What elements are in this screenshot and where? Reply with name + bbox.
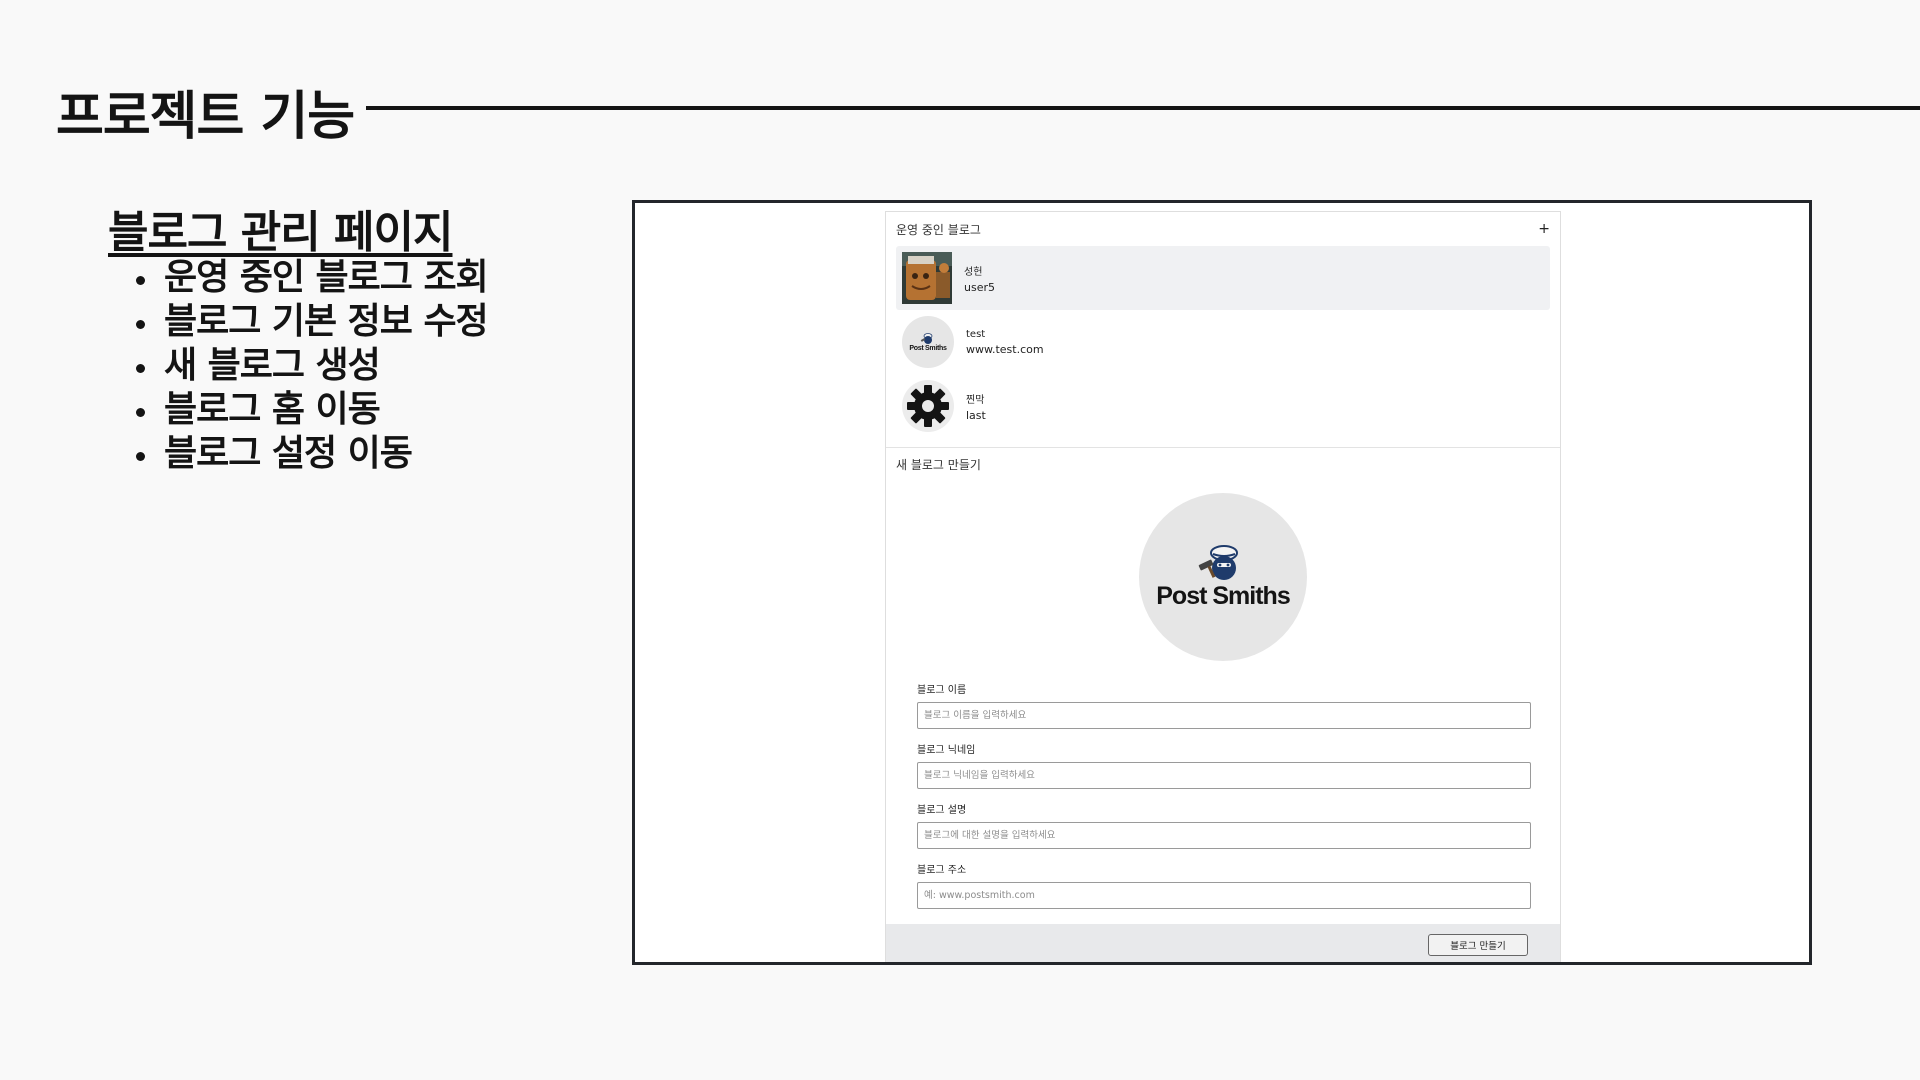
slide-title: 프로젝트 기능 — [56, 87, 355, 147]
new-blog-form: 블로그 이름 블로그 닉네임 블로그 설명 블로그 주소 — [886, 681, 1560, 909]
blog-list-item[interactable]: Post Smiths test www.test.com — [896, 310, 1550, 374]
blog-info: 성헌 user5 — [964, 263, 995, 294]
blog-name: 성헌 — [964, 266, 983, 278]
feature-item: 운영 중인 블로그 조회 — [136, 256, 489, 300]
title-divider — [366, 106, 1920, 110]
postsmiths-logo-avatar: Post Smiths — [902, 316, 954, 368]
create-blog-button[interactable]: 블로그 만들기 — [1428, 934, 1528, 956]
form-footer: 블로그 만들기 — [886, 924, 1560, 962]
blog-list-header: 운영 중인 블로그 + — [886, 212, 1560, 246]
blog-image-upload[interactable]: Post Smiths — [1139, 493, 1307, 661]
logo-text: Post Smiths — [1156, 581, 1290, 610]
screenshot-frame: 운영 중인 블로그 + 성헌 user5 Post Smiths test ww… — [632, 200, 1812, 965]
blog-name-input[interactable] — [917, 702, 1531, 729]
blog-name-label: 블로그 이름 — [917, 685, 967, 696]
blog-name: test — [966, 328, 986, 340]
feature-item: 블로그 설정 이동 — [136, 432, 488, 476]
blog-address-input[interactable] — [917, 882, 1531, 909]
add-blog-button[interactable]: + — [1538, 222, 1550, 236]
blog-description-input[interactable] — [917, 822, 1531, 849]
feature-item: 블로그 홈 이동 — [136, 388, 488, 432]
blacksmith-icon — [1198, 544, 1238, 580]
blog-list-item[interactable]: 찐막 last — [896, 374, 1550, 438]
blog-sub: last — [966, 408, 986, 422]
blog-sub: www.test.com — [966, 342, 1044, 356]
new-blog-title: 새 블로그 만들기 — [896, 458, 981, 472]
feature-list: 운영 중인 블로그 조회 블로그 기본 정보 수정 새 블로그 생성 블로그 홈… — [136, 256, 489, 476]
gear-icon — [907, 385, 949, 427]
blog-info: 찐막 last — [966, 391, 986, 422]
profile-photo-avatar — [902, 252, 952, 304]
gear-avatar — [902, 380, 954, 432]
blog-info: test www.test.com — [966, 329, 1044, 356]
blog-list-item[interactable]: 성헌 user5 — [896, 246, 1550, 310]
blog-list-title: 운영 중인 블로그 — [896, 222, 981, 237]
feature-item: 블로그 기본 정보 수정 — [136, 300, 489, 344]
blacksmith-icon — [920, 332, 933, 344]
blog-sub: user5 — [964, 280, 995, 294]
blog-nickname-label: 블로그 닉네임 — [917, 745, 976, 756]
section-heading: 블로그 관리 페이지 — [108, 207, 453, 258]
logo-text: Post Smiths — [909, 344, 947, 352]
blog-manage-panel: 운영 중인 블로그 + 성헌 user5 Post Smiths test ww… — [885, 211, 1561, 962]
feature-item: 새 블로그 생성 — [136, 344, 488, 388]
blog-name: 찐막 — [966, 394, 985, 406]
blog-address-label: 블로그 주소 — [917, 865, 967, 876]
blog-description-label: 블로그 설명 — [917, 805, 967, 816]
feature-section: 블로그 관리 페이지 운영 중인 블로그 조회 블로그 기본 정보 수정 새 블… — [108, 196, 489, 476]
blog-nickname-input[interactable] — [917, 762, 1531, 789]
